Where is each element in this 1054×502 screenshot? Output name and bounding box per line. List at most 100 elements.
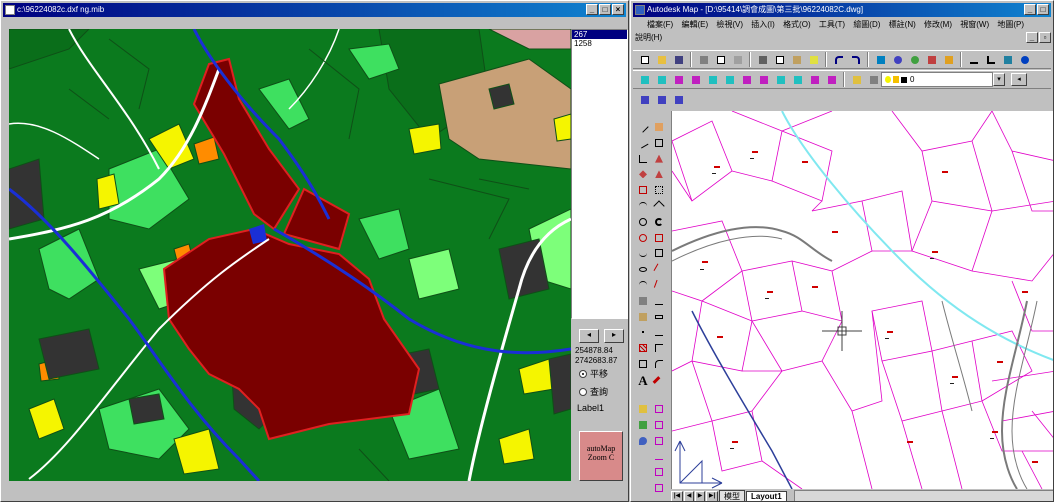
automap-zoom-button[interactable]: autoMap Zoom C — [579, 431, 623, 481]
radio-query[interactable]: 查詢 — [579, 385, 608, 398]
map-layer-5-icon[interactable] — [705, 72, 720, 87]
snap-2-icon[interactable] — [651, 401, 667, 417]
layer-combo[interactable]: 0 — [881, 72, 993, 87]
point-icon[interactable] — [635, 324, 651, 340]
help-icon[interactable] — [1017, 52, 1032, 67]
rotate-icon[interactable] — [651, 214, 667, 230]
tab-next-button[interactable]: ▶ — [695, 490, 705, 501]
pan-icon[interactable] — [924, 52, 939, 67]
list-item[interactable]: 1258 — [572, 39, 627, 48]
polyline-icon[interactable] — [635, 151, 651, 167]
menu-draw[interactable]: 繪圖(D) — [853, 20, 880, 29]
revcloud-icon[interactable] — [635, 230, 651, 246]
map-layer-3-icon[interactable] — [671, 72, 686, 87]
feature-list[interactable]: 267 1258 — [571, 29, 628, 319]
region-icon[interactable] — [635, 356, 651, 372]
save-icon[interactable] — [671, 52, 686, 67]
circle-icon[interactable] — [635, 214, 651, 230]
menu-map[interactable]: 地圖(P) — [997, 20, 1024, 29]
layer-manager-icon[interactable] — [849, 72, 864, 87]
zoom-icon[interactable] — [907, 52, 922, 67]
map-query-2-icon[interactable] — [654, 92, 669, 107]
scroll-right-button[interactable]: ▸ — [604, 329, 624, 343]
open-folder-icon[interactable] — [654, 52, 669, 67]
spline-icon[interactable] — [635, 245, 651, 261]
snap-6-icon[interactable] — [651, 433, 667, 449]
map-layer-11-icon[interactable] — [807, 72, 822, 87]
menu-insert[interactable]: 插入(I) — [751, 20, 775, 29]
map-query-1-icon[interactable] — [637, 92, 652, 107]
menu-help[interactable]: 說明(H) — [635, 33, 662, 42]
menu-dimension[interactable]: 標註(N) — [889, 20, 916, 29]
array-icon[interactable] — [651, 182, 667, 198]
snap-7-icon[interactable] — [635, 448, 651, 464]
explode-icon[interactable] — [651, 372, 667, 388]
maximize-button[interactable]: □ — [1037, 4, 1049, 15]
menu-modify[interactable]: 修改(M) — [924, 20, 952, 29]
tab-prev-button[interactable]: ◀ — [684, 490, 694, 501]
map-layer-12-icon[interactable] — [824, 72, 839, 87]
horizontal-scrollbar[interactable] — [793, 490, 1053, 501]
maximize-button[interactable]: □ — [599, 4, 611, 15]
layer-state-icon[interactable] — [866, 72, 881, 87]
right-title-bar[interactable]: Autodesk Map - [D:\95414\調會成圖\第三批\962240… — [633, 3, 1051, 17]
hatch-icon[interactable] — [635, 340, 651, 356]
copy-icon[interactable] — [772, 52, 787, 67]
text-icon[interactable]: A — [635, 372, 651, 388]
map-layer-1-icon[interactable] — [637, 72, 652, 87]
snap-8-icon[interactable] — [651, 448, 667, 464]
snap-1-icon[interactable] — [635, 401, 651, 417]
fillet-icon[interactable] — [651, 356, 667, 372]
snap-9-icon[interactable] — [635, 464, 651, 480]
trim-icon[interactable] — [651, 261, 667, 277]
snap-5-icon[interactable] — [635, 433, 651, 449]
doc-minimize-button[interactable]: _ — [1026, 32, 1038, 43]
snap-4-icon[interactable] — [651, 417, 667, 433]
make-block-icon[interactable] — [635, 309, 651, 325]
join-icon[interactable] — [651, 324, 667, 340]
map-layer-7-icon[interactable] — [739, 72, 754, 87]
tab-layout1[interactable]: Layout1 — [746, 490, 787, 501]
paste-icon[interactable] — [789, 52, 804, 67]
copy-object-icon[interactable] — [651, 135, 667, 151]
insert-block-icon[interactable] — [635, 293, 651, 309]
erase-icon[interactable] — [651, 119, 667, 135]
break-point-icon[interactable] — [651, 293, 667, 309]
chamfer-icon[interactable] — [651, 340, 667, 356]
menu-tools[interactable]: 工具(T) — [819, 20, 845, 29]
query-icon[interactable] — [1000, 52, 1015, 67]
measure-icon[interactable] — [983, 52, 998, 67]
line-icon[interactable] — [635, 119, 651, 135]
scroll-left-button[interactable]: ◂ — [579, 329, 599, 343]
snap-11-icon[interactable] — [635, 480, 651, 496]
doc-restore-button[interactable]: ▫ — [1039, 32, 1051, 43]
map-layer-10-icon[interactable] — [790, 72, 805, 87]
snap-3-icon[interactable] — [635, 417, 651, 433]
snap-12-icon[interactable] — [651, 480, 667, 496]
stretch-icon[interactable] — [651, 245, 667, 261]
print-preview-icon[interactable] — [713, 52, 728, 67]
drawing-canvas[interactable] — [671, 111, 1053, 489]
tab-last-button[interactable]: ▶| — [706, 490, 718, 501]
rectangle-icon[interactable] — [635, 182, 651, 198]
new-file-icon[interactable] — [637, 52, 652, 67]
undo-icon[interactable] — [831, 52, 846, 67]
close-button[interactable]: × — [612, 4, 624, 15]
map-canvas[interactable] — [9, 29, 571, 481]
menu-view[interactable]: 檢視(V) — [716, 20, 743, 29]
extend-icon[interactable] — [651, 277, 667, 293]
left-title-bar[interactable]: c:\96224082c.dxf ng.mib _ □ × — [3, 3, 626, 17]
ray-icon[interactable] — [635, 135, 651, 151]
distance-icon[interactable] — [966, 52, 981, 67]
mirror-icon[interactable] — [651, 151, 667, 167]
map-layer-4-icon[interactable] — [688, 72, 703, 87]
map-tool-icon[interactable] — [873, 52, 888, 67]
map-query-3-icon[interactable] — [671, 92, 686, 107]
layer-icon[interactable] — [941, 52, 956, 67]
minimize-button[interactable]: _ — [586, 4, 598, 15]
plot-icon[interactable] — [730, 52, 745, 67]
menu-file[interactable]: 檔案(F) — [647, 20, 673, 29]
break-icon[interactable] — [651, 309, 667, 325]
redo-icon[interactable] — [848, 52, 863, 67]
list-item[interactable]: 267 — [572, 30, 627, 39]
